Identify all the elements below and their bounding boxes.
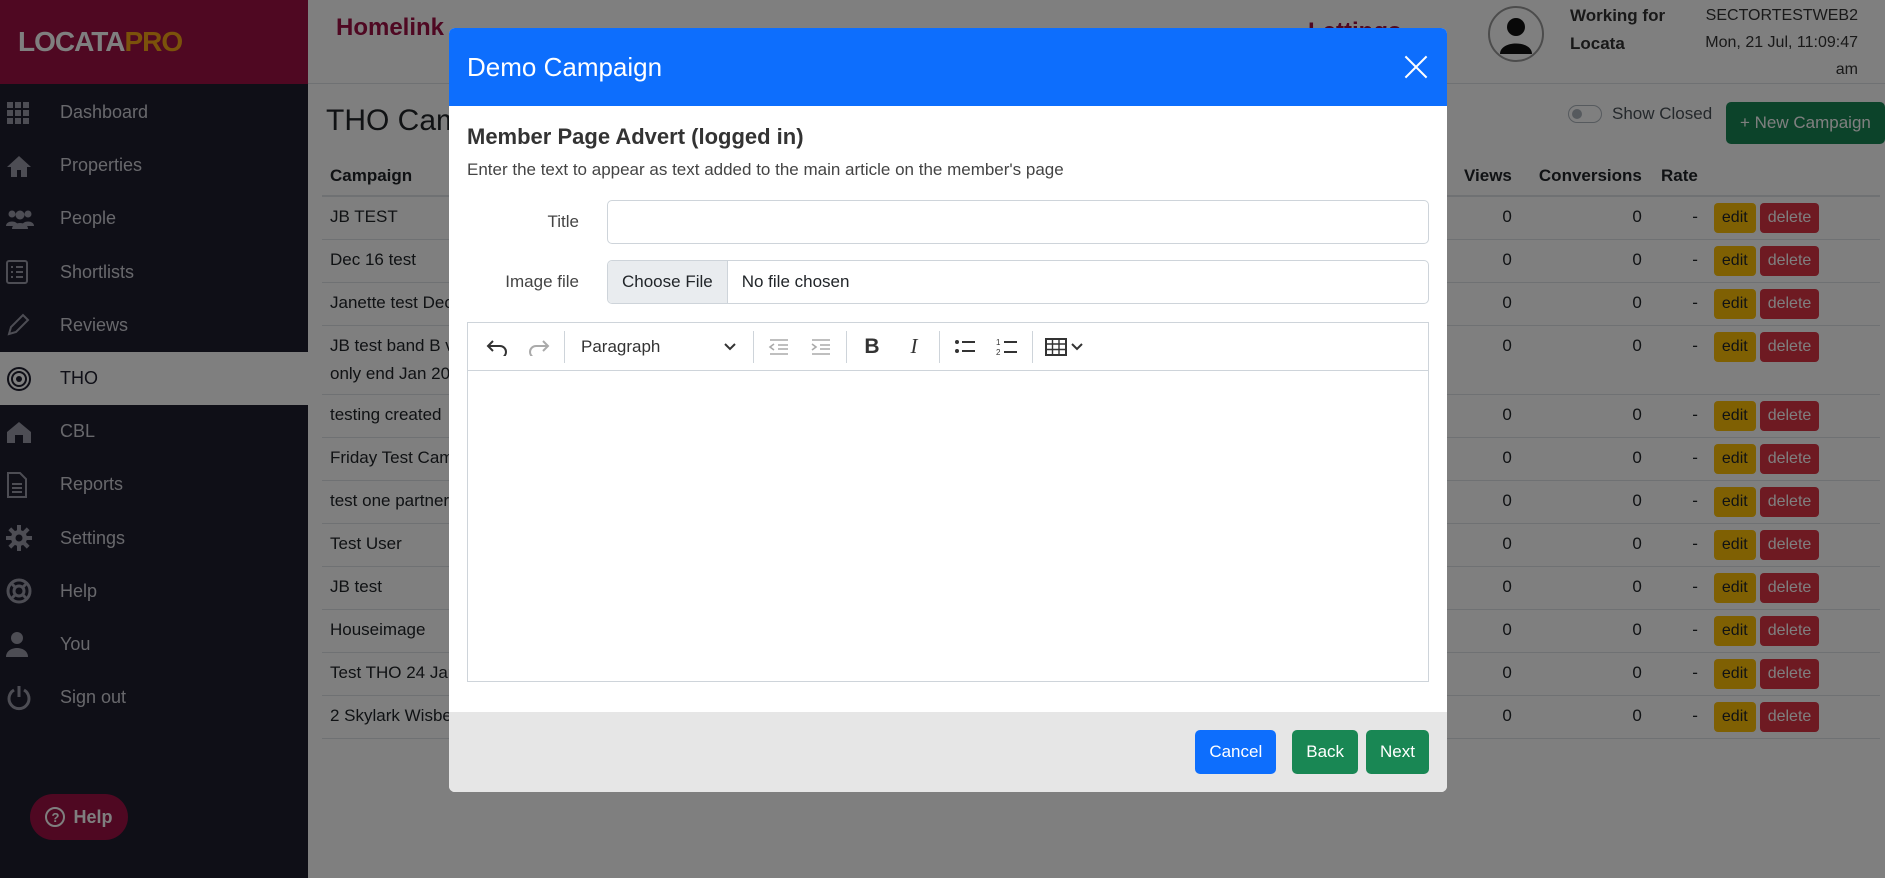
indent-icon[interactable] [800,329,842,365]
editor-toolbar: Paragraph B I 12 [468,323,1428,371]
modal-footer: Cancel Back Next [449,712,1447,792]
modal-title: Demo Campaign [467,51,663,82]
title-input[interactable] [607,200,1429,244]
paragraph-select-value: Paragraph [581,336,661,356]
outdent-icon[interactable] [758,329,800,365]
modal-header: Demo Campaign [449,28,1447,106]
file-status: No file chosen [741,272,850,291]
image-row: Image file Choose File No file chosen [467,260,1429,304]
paragraph-select[interactable]: Paragraph [569,329,749,365]
section-title: Member Page Advert (logged in) [467,124,804,149]
choose-file-button[interactable]: Choose File [608,261,728,303]
toolbar-separator [939,330,940,363]
next-button[interactable]: Next [1366,730,1429,774]
chevron-down-icon [724,342,736,350]
cancel-button[interactable]: Cancel [1195,730,1277,774]
toolbar-separator [753,330,754,363]
bulleted-list-icon[interactable] [944,329,986,365]
image-file-input[interactable]: Choose File No file chosen [607,260,1429,304]
chevron-down-icon [1071,342,1083,350]
section-description: Enter the text to appear as text added t… [467,160,1064,179]
title-label: Title [547,212,580,231]
campaign-modal: Demo Campaign Member Page Advert (logged… [449,28,1447,792]
toolbar-separator [846,330,847,363]
back-button[interactable]: Back [1292,730,1359,774]
redo-icon[interactable] [518,329,560,365]
italic-icon[interactable]: I [893,329,935,365]
insert-table-button[interactable] [1037,329,1091,365]
bold-icon[interactable]: B [851,329,893,365]
close-icon[interactable] [1403,54,1429,80]
svg-text:1: 1 [996,338,1001,347]
svg-text:2: 2 [996,348,1001,357]
undo-icon[interactable] [476,329,518,365]
image-file-label: Image file [505,272,579,291]
toolbar-separator [564,330,565,363]
rich-text-editor: Paragraph B I 12 [467,322,1429,682]
title-row: Title [467,200,1429,244]
numbered-list-icon[interactable]: 12 [986,329,1028,365]
table-icon [1045,337,1067,356]
modal-body: Member Page Advert (logged in) Enter the… [449,106,1447,712]
toolbar-separator [1032,330,1033,363]
editor-content-area[interactable] [468,371,1428,681]
